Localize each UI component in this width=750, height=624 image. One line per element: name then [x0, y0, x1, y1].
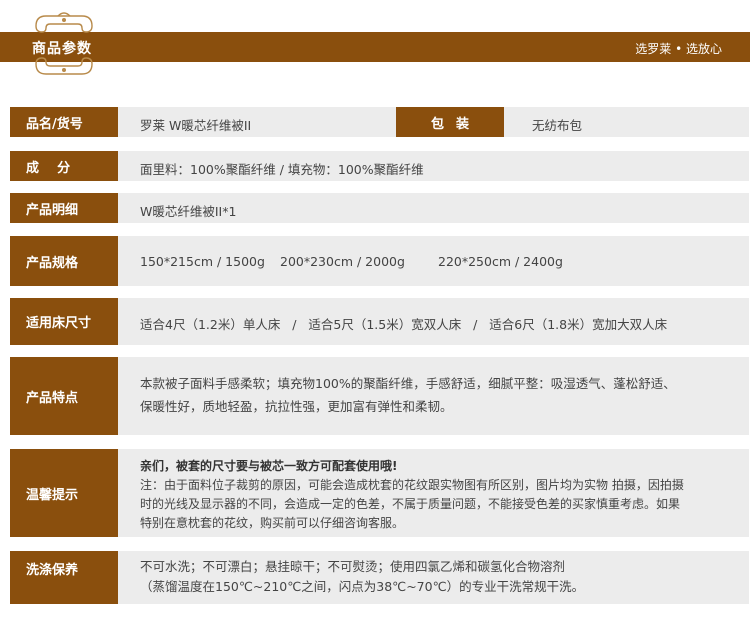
label-material: 成 分	[10, 151, 118, 181]
value-feature: 本款被子面料手感柔软；填充物100%的聚酯纤维，手感舒适，细腻平整：吸湿透气、蓬…	[140, 372, 700, 418]
value-material: 面里料：100%聚酯纤维 / 填充物：100%聚酯纤维	[140, 162, 424, 177]
row-feature: 产品特点 本款被子面料手感柔软；填充物100%的聚酯纤维，手感舒适，细腻平整：吸…	[10, 357, 749, 435]
tip-bold-line: 亲们，被套的尺寸要与被芯一致方可配套使用哦!	[140, 459, 398, 473]
label-care: 洗涤保养	[10, 551, 118, 604]
section-header-banner: 商品参数 选罗莱 • 选放心	[0, 32, 750, 62]
feature-line-2: 保暖性好，质地轻盈，抗拉性强，更加富有弹性和柔韧。	[140, 399, 453, 414]
value-bed-size: 适合4尺（1.2米）单人床 / 适合5尺（1.5米）宽双人床 / 适合6尺（1.…	[140, 317, 668, 332]
value-detail: W暖芯纤维被II*1	[140, 204, 237, 219]
brand-slogan: 选罗莱 • 选放心	[635, 42, 722, 56]
label-tip: 温馨提示	[10, 449, 118, 537]
label-detail: 产品明细	[10, 193, 118, 223]
value-tip: 亲们，被套的尺寸要与被芯一致方可配套使用哦! 注：由于面料位子裁剪的原因，可能会…	[140, 457, 700, 533]
row-detail: 产品明细 W暖芯纤维被II*1	[10, 193, 749, 223]
tip-line-1: 注：由于面料位子裁剪的原因，可能会造成枕套的花纹跟实物图有所区别，图片均为实物 …	[140, 478, 684, 492]
tip-line-2: 时的光线及显示器的不同，会造成一定的色差，不属于质量问题，不能接受色差的买家慎重…	[140, 497, 681, 511]
value-spec-size-3: 220*250cm / 2400g	[438, 254, 563, 269]
care-line-2: （蒸馏温度在150℃~210℃之间，闪点为38℃~70℃）的专业干洗常规干洗。	[140, 579, 585, 594]
label-feature: 产品特点	[10, 357, 118, 435]
label-bed-size: 适用床尺寸	[10, 298, 118, 345]
label-packaging: 包装	[396, 107, 504, 137]
row-care: 洗涤保养 不可水洗；不可漂白；悬挂晾干；不可熨烫；使用四氯乙烯和碳氢化合物溶剂 …	[10, 551, 749, 604]
label-spec: 产品规格	[10, 236, 118, 286]
value-spec-size-1: 150*215cm / 1500g	[140, 254, 265, 269]
value-product-name: 罗莱 W暖芯纤维被II	[140, 118, 252, 133]
feature-line-1: 本款被子面料手感柔软；填充物100%的聚酯纤维，手感舒适，细腻平整：吸湿透气、蓬…	[140, 376, 676, 391]
row-material: 成 分 面里料：100%聚酯纤维 / 填充物：100%聚酯纤维	[10, 151, 749, 181]
tip-line-3: 特别在意枕套的花纹，购买前可以仔细咨询客服。	[140, 516, 405, 530]
label-product-name: 品名/货号	[10, 107, 118, 137]
value-spec-size-2: 200*230cm / 2000g	[280, 254, 405, 269]
value-care: 不可水洗；不可漂白；悬挂晾干；不可熨烫；使用四氯乙烯和碳氢化合物溶剂 （蒸馏温度…	[140, 557, 700, 597]
row-tip: 温馨提示 亲们，被套的尺寸要与被芯一致方可配套使用哦! 注：由于面料位子裁剪的原…	[10, 449, 749, 537]
row-spec: 产品规格 150*215cm / 1500g 200*230cm / 2000g…	[10, 236, 749, 286]
ornament-frame-icon	[35, 12, 93, 75]
value-packaging: 无纺布包	[532, 118, 583, 133]
row-bed-size: 适用床尺寸 适合4尺（1.2米）单人床 / 适合5尺（1.5米）宽双人床 / 适…	[10, 298, 749, 345]
row-product-name: 品名/货号 罗莱 W暖芯纤维被II 包装 无纺布包	[10, 107, 749, 137]
care-line-1: 不可水洗；不可漂白；悬挂晾干；不可熨烫；使用四氯乙烯和碳氢化合物溶剂	[140, 559, 566, 574]
